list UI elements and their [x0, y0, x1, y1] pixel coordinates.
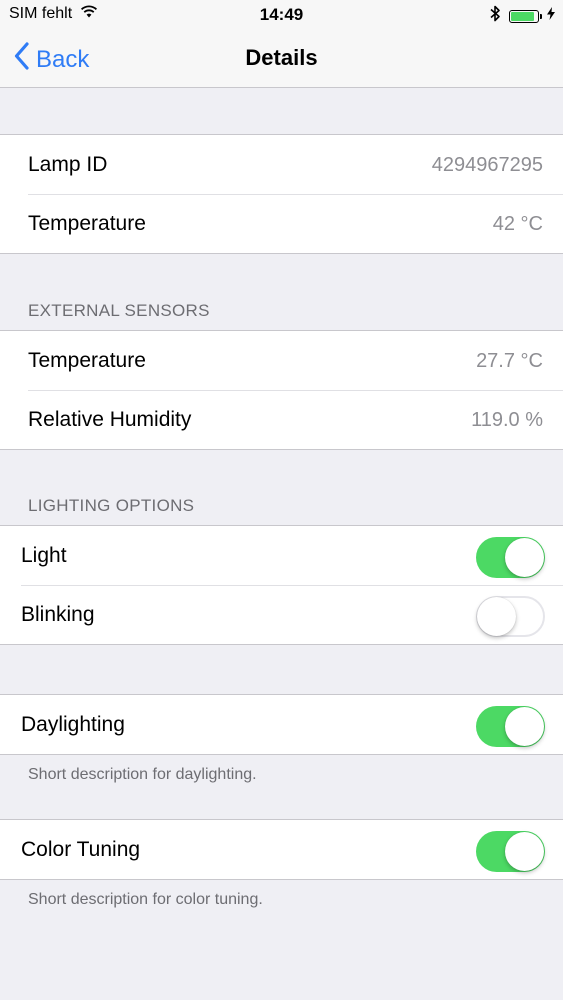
lamp-id-label: Lamp ID: [28, 153, 108, 176]
status-bar-right: [490, 5, 555, 27]
switch-knob: [505, 707, 544, 746]
switch-knob: [477, 597, 516, 636]
color-tuning-group: Color Tuning: [0, 819, 563, 880]
external-sensors-header: EXTERNAL SENSORS: [28, 301, 210, 320]
charging-bolt-icon: [547, 7, 555, 25]
blinking-switch[interactable]: [476, 596, 545, 637]
sensor-temperature-label: Temperature: [28, 349, 146, 372]
switch-knob: [505, 832, 544, 871]
light-label: Light: [21, 544, 67, 567]
switch-knob: [505, 538, 544, 577]
external-sensors-group: Temperature 27.7 °C Relative Humidity 11…: [0, 330, 563, 450]
lamp-id-value: 4294967295: [431, 154, 543, 176]
bluetooth-icon: [490, 5, 501, 27]
daylighting-row: Daylighting: [0, 695, 563, 754]
blinking-label: Blinking: [21, 603, 95, 626]
battery-level: [511, 11, 535, 21]
navigation-bar: Back Details: [0, 30, 563, 88]
lamp-temperature-label: Temperature: [28, 212, 146, 235]
status-bar: SIM fehlt 14:49: [0, 0, 563, 30]
lamp-temperature-value: 42 °C: [492, 213, 543, 235]
lamp-id-row: Lamp ID 4294967295: [0, 135, 563, 194]
daylighting-label: Daylighting: [21, 713, 125, 736]
sensor-temperature-row: Temperature 27.7 °C: [0, 331, 563, 390]
light-switch[interactable]: [476, 537, 545, 578]
color-tuning-row: Color Tuning: [0, 820, 563, 879]
color-tuning-label: Color Tuning: [21, 838, 141, 861]
relative-humidity-row: Relative Humidity 119.0 %: [0, 390, 563, 449]
lighting-options-group: Light Blinking: [0, 525, 563, 645]
clock: 14:49: [259, 5, 304, 24]
color-tuning-switch[interactable]: [476, 831, 545, 872]
light-row: Light: [0, 526, 563, 585]
daylighting-group: Daylighting: [0, 694, 563, 755]
sensor-temperature-value: 27.7 °C: [476, 350, 543, 372]
color-tuning-description: Short description for color tuning.: [28, 891, 263, 908]
lamp-info-group: Lamp ID 4294967295 Temperature 42 °C: [0, 134, 563, 254]
daylighting-switch[interactable]: [476, 706, 545, 747]
lamp-temperature-row: Temperature 42 °C: [0, 194, 563, 253]
relative-humidity-label: Relative Humidity: [28, 408, 192, 431]
page-title: Details: [245, 45, 318, 70]
battery-icon: [509, 9, 542, 23]
lighting-options-header: LIGHTING OPTIONS: [28, 496, 195, 515]
daylighting-description: Short description for daylighting.: [28, 766, 257, 783]
blinking-row: Blinking: [0, 585, 563, 644]
relative-humidity-value: 119.0 %: [471, 409, 543, 431]
